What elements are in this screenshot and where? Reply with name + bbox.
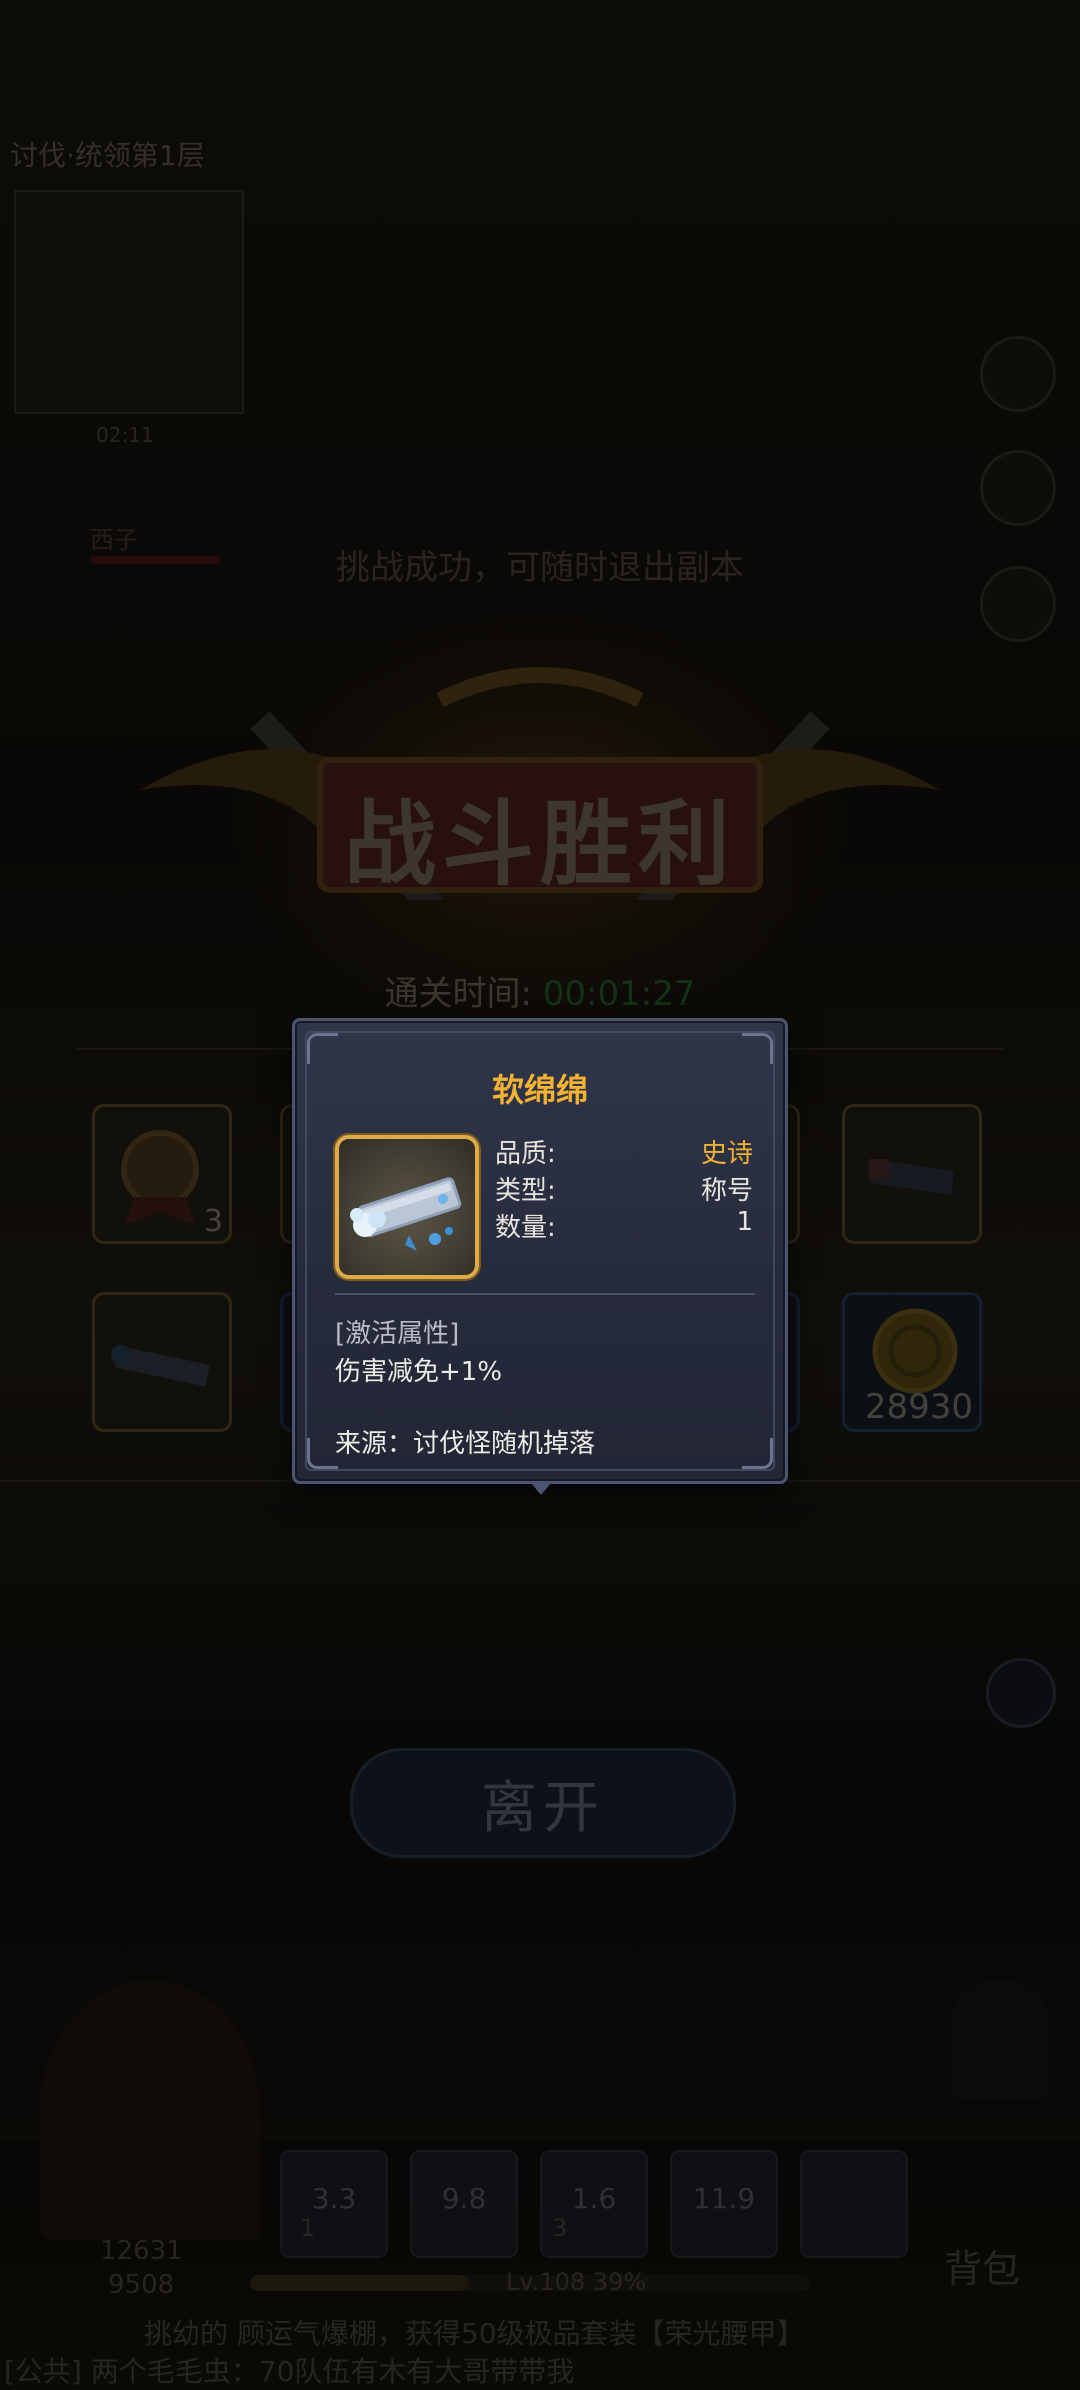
frame-corner bbox=[307, 1438, 338, 1469]
frame-corner bbox=[742, 1033, 773, 1064]
attribute-value: 伤害减免+1% bbox=[335, 1357, 503, 1387]
frame-corner bbox=[742, 1438, 773, 1469]
frame-corner bbox=[307, 1033, 338, 1064]
count-label: 数量: bbox=[495, 1213, 556, 1243]
title-scroll-icon bbox=[350, 1177, 462, 1251]
attribute-header: [激活属性] bbox=[335, 1319, 460, 1349]
quality-label: 品质: bbox=[495, 1139, 556, 1169]
item-icon-frame bbox=[335, 1135, 479, 1279]
quality-value: 史诗 bbox=[700, 1139, 753, 1169]
count-row: 数量: 1 bbox=[495, 1207, 753, 1244]
count-value: 1 bbox=[736, 1207, 753, 1237]
type-value: 称号 bbox=[700, 1176, 753, 1206]
popup-pointer bbox=[531, 1483, 551, 1495]
item-name: 软绵绵 bbox=[491, 1071, 588, 1109]
popup-divider bbox=[335, 1293, 755, 1295]
item-source: 来源：讨伐怪随机掉落 bbox=[335, 1429, 596, 1459]
type-row: 类型: 称号 bbox=[495, 1170, 753, 1207]
type-label: 类型: bbox=[495, 1176, 556, 1206]
quality-row: 品质: 史诗 bbox=[495, 1133, 753, 1170]
item-detail-popup: 软绵绵 品质: 史诗 类型: 称号 数量: 1 [激活属性] 伤害减免+1% 来… bbox=[292, 1018, 788, 1495]
